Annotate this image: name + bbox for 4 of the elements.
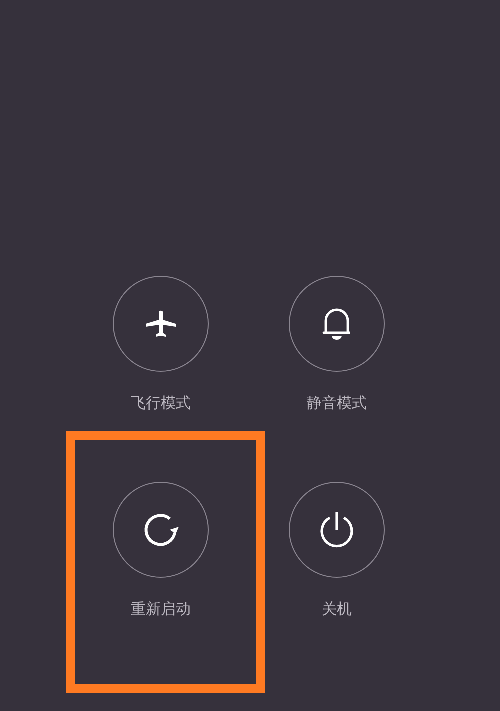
- option-label: 关机: [322, 600, 352, 618]
- option-label: 静音模式: [307, 394, 367, 412]
- option-label: 重新启动: [131, 600, 191, 618]
- option-label: 飞行模式: [131, 394, 191, 412]
